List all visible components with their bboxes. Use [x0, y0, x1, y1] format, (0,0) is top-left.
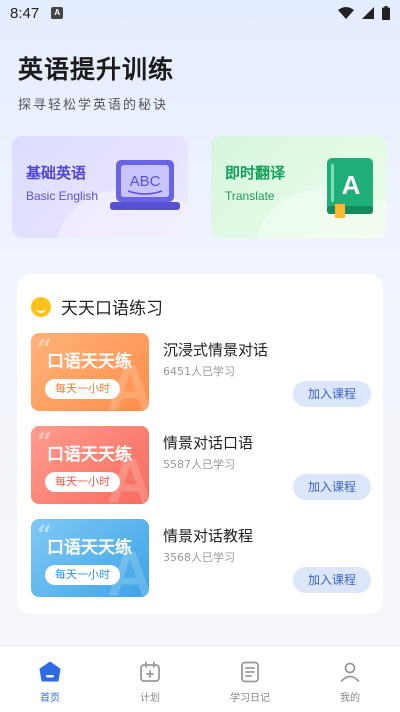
course-name: 情景对话口语: [163, 434, 254, 452]
thumbnail-title: 口语天天练: [47, 445, 132, 465]
basic-english-title: 基础英语: [26, 164, 87, 182]
status-bar: 8:47 A: [0, 0, 400, 26]
thumbnail-tag: 每天一小时: [45, 472, 120, 492]
course-item[interactable]: “ A 口语天天练 每天一小时 情景对话教程 3568人已学习 加入课程: [31, 519, 371, 597]
daily-speaking-panel: 天天口语练习 “ A 口语天天练 每天一小时 沉浸式情景对话 6451人已学习 …: [17, 274, 383, 614]
book-icon-letter: A: [342, 170, 361, 200]
course-thumbnail[interactable]: “ A 口语天天练 每天一小时: [31, 426, 149, 504]
course-name: 沉浸式情景对话: [163, 341, 269, 359]
course-name: 情景对话教程: [163, 527, 254, 545]
thumbnail-tag: 每天一小时: [45, 379, 120, 399]
learner-count: 6451人已学习: [163, 365, 235, 378]
learner-count: 3568人已学习: [163, 551, 235, 564]
calendar-plan-icon: [140, 661, 160, 682]
thumbnail-tag: 每天一小时: [45, 565, 120, 585]
join-course-button[interactable]: 加入课程: [293, 474, 371, 500]
join-course-button[interactable]: 加入课程: [293, 567, 371, 593]
smile-icon: [31, 296, 51, 317]
abc-icon-text: ABC: [130, 173, 161, 190]
diary-icon: [241, 661, 259, 683]
bottom-tab-bar: 首页 计划 学习日记 我的: [0, 645, 400, 712]
home-icon: [39, 661, 61, 682]
app-notification-icon: A: [51, 7, 64, 19]
tab-home[interactable]: 首页: [0, 646, 100, 712]
profile-icon: [340, 662, 360, 682]
abc-laptop-icon: ABC: [110, 160, 180, 210]
course-item[interactable]: “ A 口语天天练 每天一小时 沉浸式情景对话 6451人已学习 加入课程: [31, 333, 371, 411]
status-indicators: [338, 6, 390, 20]
basic-english-card[interactable]: 基础英语 Basic English ABC: [12, 136, 188, 238]
tab-diary[interactable]: 学习日记: [200, 646, 300, 712]
tab-label: 学习日记: [230, 693, 270, 704]
tab-label: 计划: [140, 693, 160, 704]
tab-profile[interactable]: 我的: [300, 646, 400, 712]
course-thumbnail[interactable]: “ A 口语天天练 每天一小时: [31, 333, 149, 411]
translate-title: 即时翻译: [225, 164, 286, 182]
translate-card[interactable]: 即时翻译 Translate A: [211, 136, 387, 238]
page-title: 英语提升训练: [18, 55, 175, 84]
wifi-icon: [338, 7, 354, 19]
tab-label: 首页: [40, 693, 60, 704]
signal-icon: [362, 7, 374, 19]
course-thumbnail[interactable]: “ A 口语天天练 每天一小时: [31, 519, 149, 597]
tab-plan[interactable]: 计划: [100, 646, 200, 712]
course-item[interactable]: “ A 口语天天练 每天一小时 情景对话口语 5587人已学习 加入课程: [31, 426, 371, 504]
book-a-icon: A: [327, 158, 373, 218]
thumbnail-title: 口语天天练: [47, 352, 132, 372]
basic-english-subtitle: Basic English: [26, 189, 99, 203]
page-subtitle: 探寻轻松学英语的秘诀: [18, 98, 169, 113]
translate-subtitle: Translate: [225, 189, 275, 203]
battery-icon: [382, 6, 390, 20]
join-course-button[interactable]: 加入课程: [293, 381, 371, 407]
section-header: 天天口语练习: [31, 294, 163, 319]
page-header: 英语提升训练 探寻轻松学英语的秘诀: [18, 50, 174, 113]
section-title: 天天口语练习: [61, 299, 163, 319]
learner-count: 5587人已学习: [163, 458, 235, 471]
tab-label: 我的: [340, 693, 360, 704]
thumbnail-title: 口语天天练: [47, 538, 132, 558]
status-time: 8:47: [10, 4, 40, 22]
